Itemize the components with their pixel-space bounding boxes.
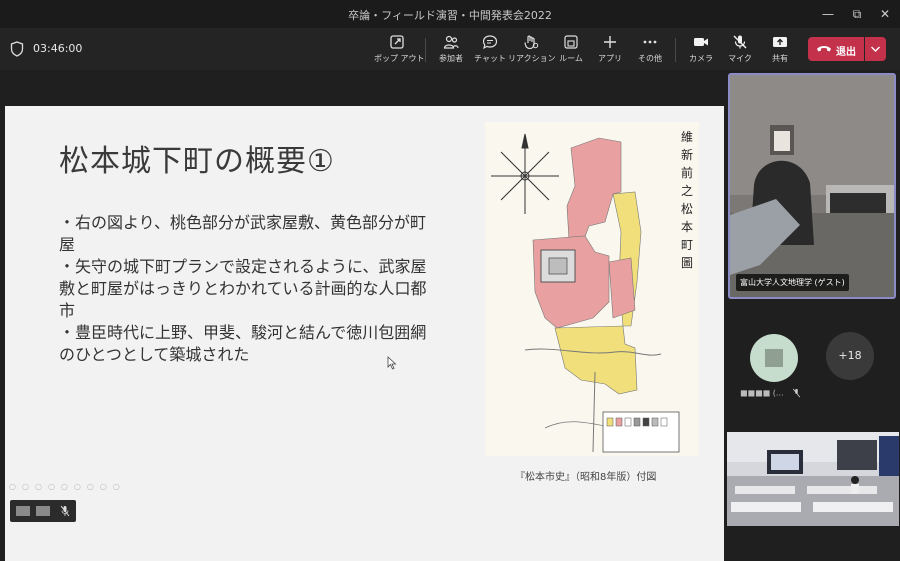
leave-options-button[interactable] [865,37,886,61]
share-button[interactable]: 共有 [757,32,803,68]
hangup-icon [817,46,831,52]
mic-muted-icon [60,505,70,517]
map-caption: 『松本市史』（昭和8年版）付図 [515,472,657,483]
slide-body: ・右の図より、桃色部分が武家屋敷、黄色部分が町屋 ・矢守の城下町プランで設定され… [59,212,429,366]
slide-annotation-toolbar: ○○○○○○○○○ [9,482,126,491]
participant-name-text: ■■■■ (... [740,388,784,398]
chat-label: チャット [474,54,506,63]
avatar[interactable] [750,334,798,382]
participants-panel: 富山大学人文地理学 (ゲスト) +18 ■■■■ (... [726,70,900,527]
close-icon[interactable]: ✕ [875,4,895,24]
popout-button[interactable]: ポップ アウト [374,32,425,68]
popout-label: ポップ アウト [374,54,425,63]
camera-icon [694,38,708,46]
classroom-video[interactable] [727,432,899,526]
mouse-cursor-icon [387,356,397,370]
shield-icon [10,41,24,57]
map-title: 維新前之松本町圖 [681,130,694,270]
self-name-redacted [16,506,30,516]
share-label: 共有 [772,54,788,63]
more-button[interactable]: その他 [627,32,673,68]
toolbar-divider [425,38,426,62]
more-label: その他 [638,54,662,63]
shared-slide: 松本城下町の概要① ・右の図より、桃色部分が武家屋敷、黄色部分が町屋 ・矢守の城… [5,106,724,561]
leave-label: 退出 [836,47,856,58]
self-name-redacted [36,506,50,516]
map-illustration [485,122,699,456]
active-speaker-video[interactable]: 富山大学人文地理学 (ゲスト) [728,73,896,299]
call-timer: 03:46:00 [33,42,83,55]
active-speaker-name: 富山大学人文地理学 (ゲスト) [736,274,849,291]
shared-content-area: 松本城下町の概要① ・右の図より、桃色部分が武家屋敷、黄色部分が町屋 ・矢守の城… [0,70,726,561]
map-legend [606,417,668,427]
slide-bullet: ・豊臣時代に上野、甲斐、駿河と結んで徳川包囲網のひとつとして築城された [59,323,427,364]
people-icon [443,35,459,49]
window-titlebar: 卒論・フィールド演習・中間発表会2022 — ⧉ ✕ [0,0,900,28]
participant-name: ■■■■ (... [740,388,801,398]
plus-icon [604,36,616,48]
self-video-tile[interactable] [10,500,76,522]
avatar-placeholder [765,349,783,367]
share-icon [773,37,787,47]
chat-icon [482,35,498,50]
window-title: 卒論・フィールド演習・中間発表会2022 [348,9,552,22]
meeting-toolbar: 03:46:00 ポップ アウト 参加者 チャット リアクション ルーム アプリ… [0,28,900,70]
reaction-icon [524,35,539,50]
more-participants-button[interactable]: +18 [826,332,874,380]
rooms-icon [564,35,578,49]
leave-button[interactable]: 退出 [808,37,864,61]
slide-bullet: ・矢守の城下町プランで設定されるように、武家屋敷と町屋がはっきりとわかれている計… [59,257,427,320]
minimize-icon[interactable]: — [818,4,838,24]
chevron-down-icon [871,46,880,52]
popout-icon [390,35,404,49]
toolbar-divider [675,38,676,62]
chat-button[interactable]: チャット [467,32,513,68]
classroom-video-frame [727,432,899,526]
mic-muted-icon [792,388,801,398]
mic-muted-icon [733,35,747,49]
slide-title: 松本城下町の概要① [59,144,335,179]
speaker-video-frame [730,75,894,297]
castle-town-map: 維新前之松本町圖 [485,122,699,456]
more-icon [643,40,657,44]
maximize-icon[interactable]: ⧉ [847,4,867,24]
slide-bullet: ・右の図より、桃色部分が武家屋敷、黄色部分が町屋 [59,213,427,254]
